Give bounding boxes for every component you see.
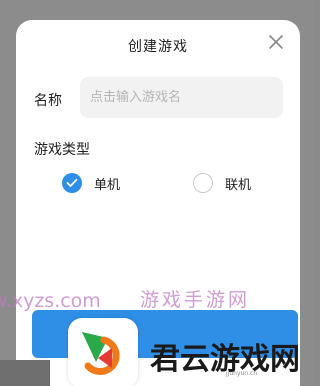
game-name-input[interactable] [80, 77, 283, 118]
watermark-logo-sub: jjunyun.cn [226, 370, 258, 377]
watermark-logo-badge [68, 318, 138, 386]
radio-online[interactable]: 联机 [193, 173, 251, 193]
radio-online-label: 联机 [225, 177, 252, 193]
logo-icon [82, 332, 120, 375]
close-icon [269, 35, 283, 49]
radio-single-player[interactable]: 单机 [62, 173, 120, 193]
background-shadow [0, 360, 50, 386]
game-type-label: 游戏类型 [34, 142, 90, 158]
watermark-url: w.xyzs.com [0, 290, 101, 312]
watermark-text: 游戏手游网 [140, 289, 251, 311]
radio-single-label: 单机 [94, 177, 121, 193]
close-button[interactable] [268, 34, 284, 50]
screen: 创建游戏 名称 游戏类型 单机 联机 w.xyzs.com 游戏手游网 [0, 0, 315, 386]
create-game-dialog: 创建游戏 名称 游戏类型 单机 联机 [16, 20, 300, 386]
watermark-logo-text: 君云游戏网 [150, 342, 300, 377]
radio-unchecked-icon [193, 173, 213, 193]
dialog-title: 创建游戏 [128, 39, 188, 55]
radio-checked-icon [62, 173, 82, 193]
name-label: 名称 [34, 93, 62, 109]
